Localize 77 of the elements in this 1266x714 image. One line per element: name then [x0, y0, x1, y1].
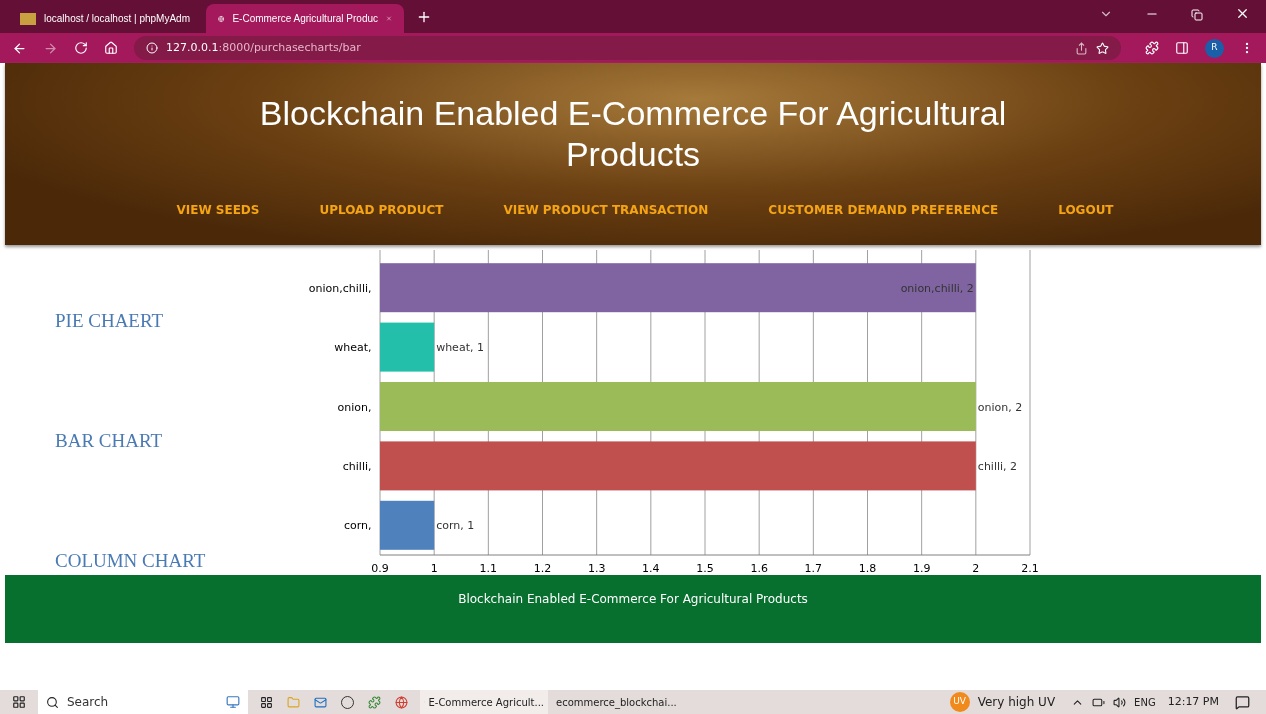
- info-icon: [146, 42, 158, 54]
- axis-tick-label: 1.5: [696, 562, 714, 575]
- address-bar[interactable]: 127.0.0.1:8000/purchasecharts/bar: [134, 36, 1121, 60]
- tab-title: localhost / localhost | phpMyAdm: [44, 12, 190, 26]
- monitor-icon: [226, 695, 240, 709]
- separator-comma: ,: [368, 281, 372, 295]
- browser-icon[interactable]: [395, 695, 408, 709]
- nav-link[interactable]: UPLOAD PRODUCT: [319, 201, 444, 219]
- separator-comma: ,: [368, 459, 372, 473]
- close-icon[interactable]: [1235, 6, 1250, 21]
- restore-icon[interactable]: [1191, 9, 1203, 21]
- profile-avatar[interactable]: R: [1205, 38, 1224, 58]
- sidebar-link[interactable]: PIE CHAERT: [55, 309, 164, 333]
- app-puzzle-icon[interactable]: [368, 695, 381, 709]
- axis-tick-label: 1: [430, 562, 438, 575]
- category-label: corn: [343, 519, 368, 533]
- bar: [380, 322, 435, 372]
- site-title: Blockchain Enabled E-Commerce For Agricultural Products: [258, 93, 1008, 175]
- axis-tick-label: 1.1: [479, 562, 498, 575]
- search-placeholder: Search: [67, 694, 110, 711]
- axis-tick-label: 0.9: [371, 562, 389, 575]
- footer-text: Blockchain Enabled E-Commerce For Agricultural Products: [458, 591, 808, 608]
- clock[interactable]: 12:17 PM: [1167, 693, 1219, 711]
- nav-link[interactable]: VIEW PRODUCT TRANSACTION: [503, 201, 709, 219]
- browser-tab[interactable]: E-Commerce Agricultural Produc: [206, 4, 404, 33]
- url-text: 127.0.0.1:8000/purchasecharts/bar: [166, 39, 362, 56]
- language-indicator[interactable]: ENG: [1134, 694, 1156, 710]
- nav-link[interactable]: VIEW SEEDS: [176, 201, 260, 219]
- task-view-icon[interactable]: [260, 695, 273, 709]
- axis-tick-label: 1.7: [804, 562, 823, 575]
- mail-icon[interactable]: [314, 695, 327, 709]
- sidebar-link[interactable]: COLUMN CHART: [55, 549, 206, 573]
- axis-tick-label: 2: [972, 562, 980, 575]
- axis-tick-label: 1.9: [912, 562, 931, 575]
- new-tab-icon[interactable]: [416, 9, 432, 25]
- notification-icon[interactable]: [1235, 694, 1250, 710]
- weather-text[interactable]: Very high UV: [977, 693, 1056, 711]
- bar: [380, 500, 435, 550]
- separator-comma: ,: [368, 400, 372, 414]
- category-label: chilli: [342, 459, 368, 473]
- back-icon[interactable]: [12, 40, 27, 56]
- taskbar-search-field[interactable]: Search: [38, 690, 248, 714]
- speaker-icon[interactable]: [1113, 695, 1127, 709]
- axis-tick-label: 1.4: [642, 562, 660, 575]
- nav-link[interactable]: CUSTOMER DEMAND PREFERENCE: [768, 201, 999, 219]
- category-label: onion,chilli: [308, 281, 368, 295]
- nav-link[interactable]: LOGOUT: [1058, 201, 1114, 219]
- axis-tick-label: 1.2: [533, 562, 552, 575]
- separator-comma: ,: [368, 519, 372, 533]
- category-label: onion: [337, 400, 368, 414]
- value-label: wheat, 1: [436, 341, 484, 355]
- tab-title: E-Commerce Agricultural Produc: [232, 12, 379, 26]
- window-label: E-Commerce Agricult...: [428, 695, 544, 710]
- taskbar-window-button[interactable]: ecommerce_blockchai...: [548, 690, 676, 714]
- axis-tick-label: 1.3: [587, 562, 606, 575]
- category-label: wheat: [334, 341, 368, 355]
- value-label: chilli, 2: [977, 459, 1018, 473]
- window-label: ecommerce_blockchai...: [556, 695, 677, 710]
- axis-tick-label: 1.6: [750, 562, 768, 575]
- favicon-icon: [20, 12, 36, 25]
- reload-icon[interactable]: [74, 41, 88, 55]
- axis-tick-label: 2.1: [1021, 562, 1039, 575]
- bookmark-star-icon[interactable]: [1096, 41, 1109, 55]
- axis-tick-label: 1.8: [858, 562, 877, 575]
- windows-start-icon[interactable]: [12, 695, 26, 709]
- extensions-icon[interactable]: [1145, 41, 1159, 55]
- value-label: onion, 2: [977, 400, 1023, 414]
- value-label: onion,chilli, 2: [900, 281, 974, 295]
- value-label: corn, 1: [436, 519, 475, 533]
- home-icon[interactable]: [104, 41, 118, 55]
- sidebar-link[interactable]: BAR CHART: [55, 429, 163, 453]
- share-icon[interactable]: [1075, 41, 1088, 55]
- search-icon: [46, 695, 59, 709]
- side-panel-icon[interactable]: [1175, 41, 1189, 55]
- browser-tab[interactable]: localhost / localhost | phpMyAdm: [8, 4, 206, 33]
- separator-comma: ,: [368, 341, 372, 355]
- taskbar-window-button[interactable]: E-Commerce Agricult...: [420, 690, 548, 714]
